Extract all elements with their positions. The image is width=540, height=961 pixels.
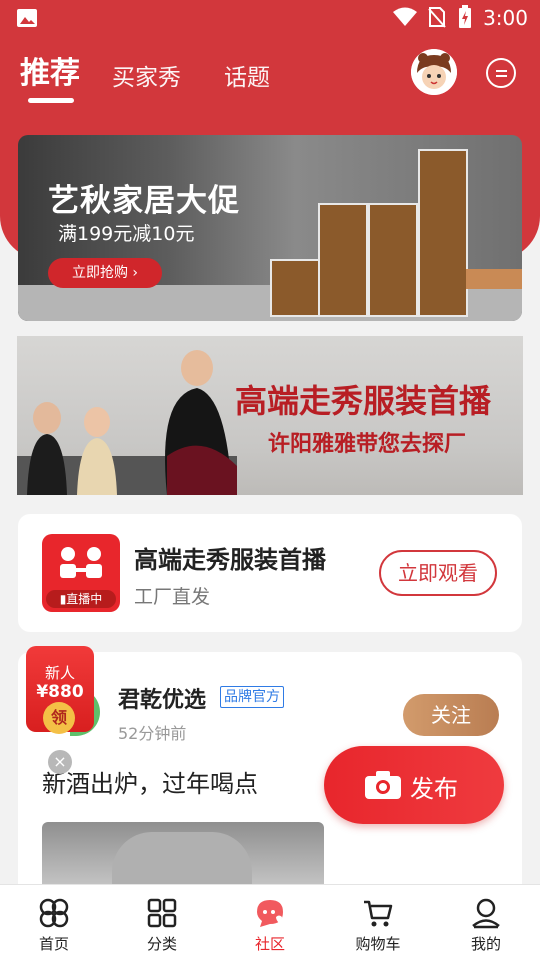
- status-time: 3:00: [483, 6, 528, 30]
- avatar[interactable]: [411, 49, 457, 95]
- promo-banner-home[interactable]: 艺秋家居大促 满199元减10元 立即抢购 ›: [18, 135, 522, 321]
- nav-cart-label: 购物车: [355, 935, 401, 953]
- livestream-banner[interactable]: 高端走秀服装首播 许阳雅雅带您去探厂: [17, 336, 523, 495]
- coupon-label: 新人: [44, 664, 75, 682]
- tab-topics[interactable]: 话题: [224, 58, 270, 92]
- banner-subtitle: 满199元减10元: [58, 223, 195, 245]
- cartoon-avatar-icon: [411, 49, 457, 95]
- models-photo: [17, 350, 237, 495]
- nav-profile[interactable]: 我的: [432, 885, 540, 961]
- image-icon: [17, 9, 37, 27]
- post-text: 新酒出炉，过年喝点: [42, 770, 258, 798]
- home-icon: [39, 898, 69, 928]
- live-card[interactable]: ▮直播中 高端走秀服装首播 工厂直发 立即观看: [18, 514, 522, 632]
- shoe-rack-image: [318, 203, 368, 317]
- live-badge: ▮直播中: [46, 590, 116, 608]
- livestream-banner-title: 高端走秀服装首播: [235, 382, 492, 420]
- bottom-nav: 首页 分类 社区 购物车 我的: [0, 884, 540, 961]
- banner-title: 艺秋家居大促: [48, 183, 240, 219]
- live-title: 高端走秀服装首播: [134, 546, 326, 574]
- brand-official-tag: 品牌官方: [220, 686, 284, 708]
- coupon-amount: ¥880: [36, 682, 84, 702]
- post-image[interactable]: [42, 822, 324, 892]
- post-time: 52分钟前: [118, 724, 187, 743]
- no-sim-icon: [428, 7, 446, 28]
- tab-buyer-show[interactable]: 买家秀: [112, 58, 181, 92]
- tab-recommend[interactable]: 推荐: [20, 48, 80, 92]
- nav-cart[interactable]: 购物车: [324, 885, 432, 961]
- coupon-claim-button[interactable]: 领: [43, 702, 75, 734]
- profile-icon: [472, 898, 500, 929]
- close-icon[interactable]: ×: [48, 750, 72, 774]
- message-icon[interactable]: [486, 58, 516, 88]
- nav-home-label: 首页: [38, 935, 69, 953]
- watch-now-button[interactable]: 立即观看: [379, 550, 497, 596]
- publish-button[interactable]: 发布: [324, 746, 504, 824]
- buy-now-button[interactable]: 立即抢购 ›: [48, 258, 162, 288]
- publish-label: 发布: [410, 775, 458, 803]
- follow-button[interactable]: 关注: [403, 694, 499, 736]
- livestream-banner-subtitle: 许阳雅雅带您去探厂: [268, 432, 467, 457]
- nav-category-label: 分类: [146, 935, 177, 953]
- active-tab-indicator: [28, 98, 74, 103]
- category-icon: [147, 898, 177, 928]
- nav-category[interactable]: 分类: [108, 885, 216, 961]
- store-logo-icon: [60, 547, 102, 578]
- new-user-coupon[interactable]: 新人 ¥880 领: [26, 646, 94, 738]
- nav-community-label: 社区: [254, 935, 285, 953]
- community-icon: [257, 900, 283, 927]
- nav-profile-label: 我的: [470, 935, 501, 953]
- shop-name[interactable]: 君乾优选: [118, 682, 206, 714]
- cart-icon: [364, 900, 393, 927]
- battery-charging-icon: [459, 5, 471, 28]
- wifi-icon: [393, 7, 417, 26]
- nav-home[interactable]: 首页: [0, 885, 108, 961]
- status-bar: 3:00: [0, 0, 540, 36]
- store-logo: ▮直播中: [42, 534, 120, 612]
- camera-icon: [365, 771, 401, 799]
- live-subtitle: 工厂直发: [134, 586, 211, 608]
- nav-community[interactable]: 社区: [216, 885, 324, 961]
